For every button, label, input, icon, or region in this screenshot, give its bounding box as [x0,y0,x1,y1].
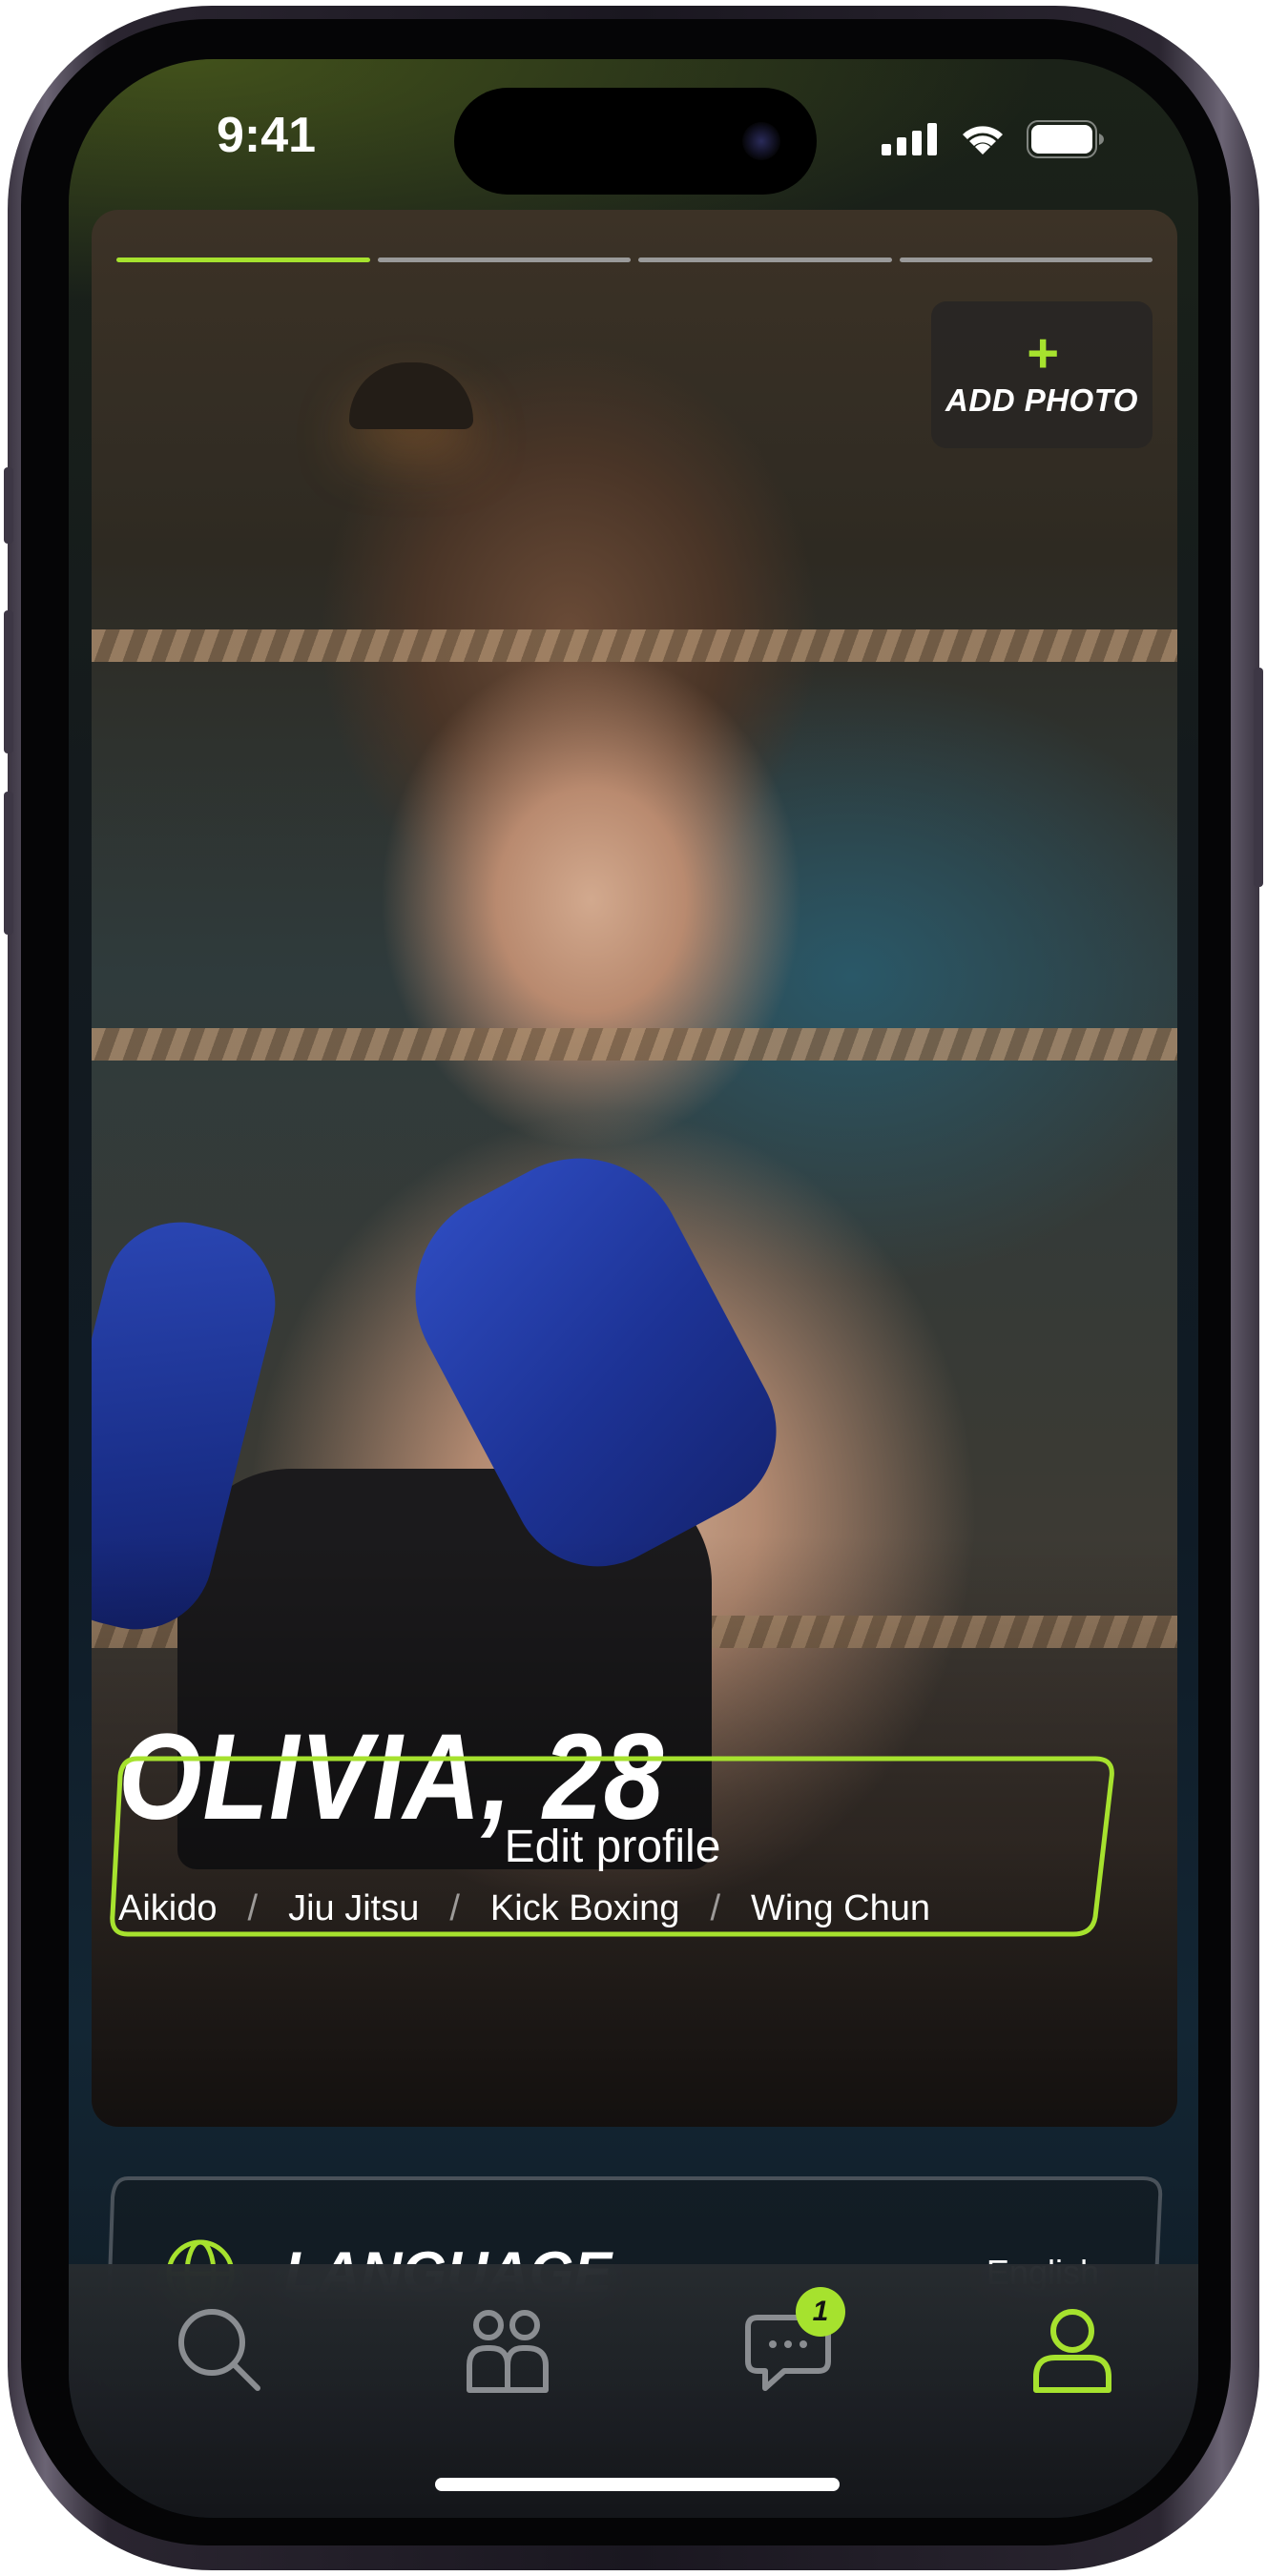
wifi-icon [963,126,1003,155]
people-icon [467,2310,549,2393]
tab-messages[interactable]: 1 [731,2287,845,2407]
tab-profile[interactable] [1015,2293,1130,2407]
volume-down-button [4,792,13,935]
add-photo-button[interactable]: + ADD PHOTO [931,301,1153,448]
photo-progress-segment[interactable] [377,258,631,262]
home-indicator[interactable] [435,2478,840,2491]
photo-progress-bar [116,258,1153,262]
status-time: 9:41 [217,108,317,163]
user-icon [1033,2309,1111,2393]
photo-rope [92,1028,1177,1061]
photo-progress-segment[interactable] [116,258,370,262]
dynamic-island [454,88,817,195]
tab-community[interactable] [450,2293,565,2407]
action-button [4,467,13,544]
search-icon [178,2309,260,2391]
messages-badge: 1 [796,2287,845,2337]
edit-profile-label: Edit profile [504,1821,721,1872]
photo-progress-segment[interactable] [899,258,1153,262]
photo-lamp [349,362,473,429]
power-button [1254,668,1263,887]
volume-up-button [4,610,13,753]
add-photo-label: ADD PHOTO [945,382,1138,418]
battery-icon [1027,120,1104,158]
cellular-signal-icon [882,123,937,155]
photo-rope [92,629,1177,662]
photo-progress-segment[interactable] [638,258,892,262]
front-camera [742,122,780,160]
edit-profile-button[interactable]: Edit profile [107,1755,1118,1938]
tab-search[interactable] [162,2293,277,2407]
plus-icon: + [1026,322,1058,384]
screen: 9:41 + ADD PHOTO OLIVIA, 28 Aikido / Jiu… [69,59,1198,2518]
status-icons [882,120,1105,158]
